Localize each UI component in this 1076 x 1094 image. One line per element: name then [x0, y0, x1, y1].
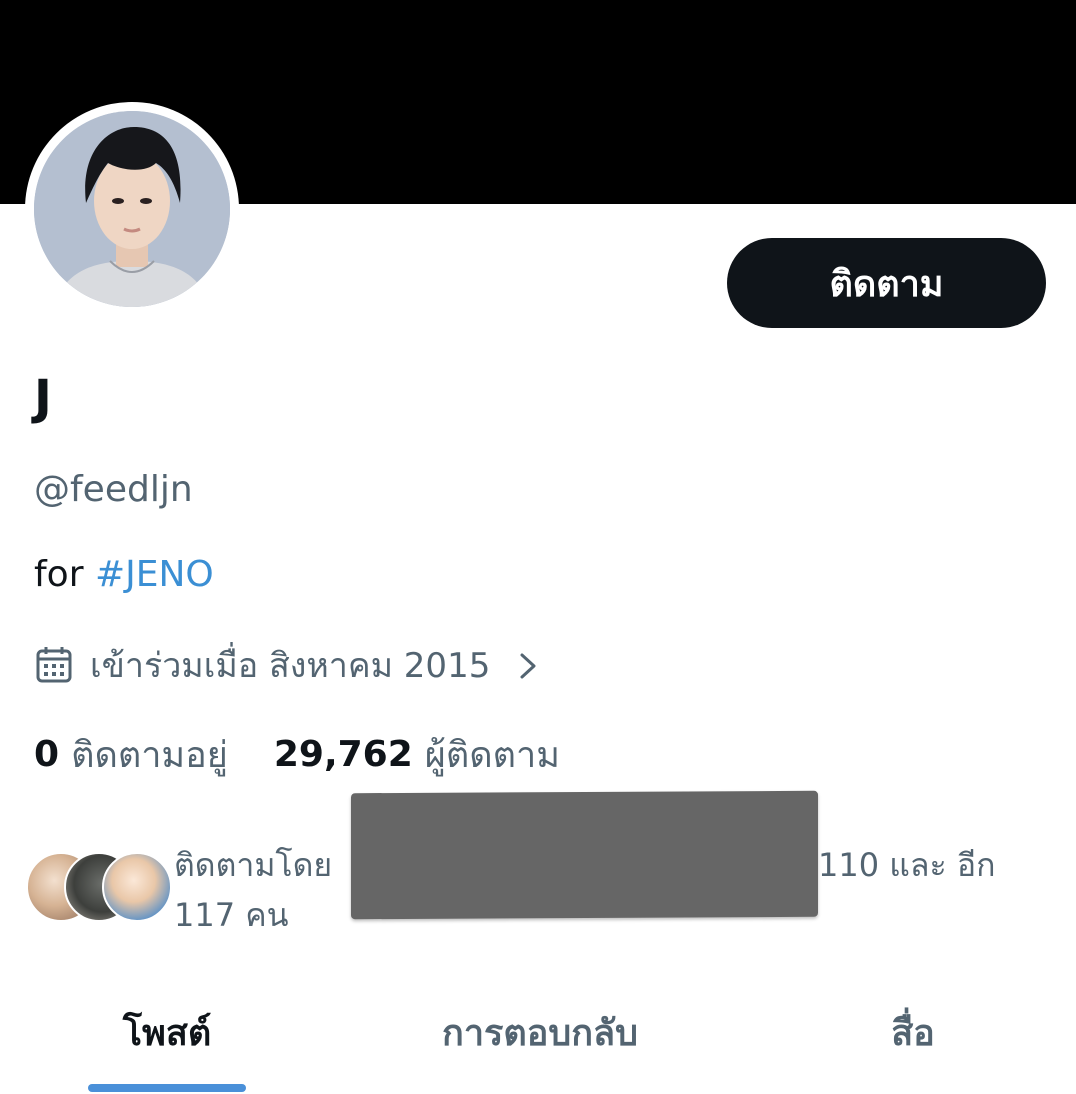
joined-date-text: เข้าร่วมเมื่อ สิงหาคม 2015	[90, 646, 491, 686]
tab-media[interactable]: สื่อ	[850, 990, 976, 1074]
followed-by-count: 117 คน	[174, 896, 289, 934]
joined-date-row[interactable]: เข้าร่วมเมื่อ สิงหาคม 2015	[34, 640, 542, 690]
following-label: ติดตามอยู่	[71, 734, 228, 776]
mutual-avatars	[26, 852, 172, 922]
profile-bio: for #JENO	[34, 551, 214, 599]
calendar-icon	[34, 645, 74, 685]
follow-button[interactable]: ติดตาม	[727, 238, 1046, 328]
display-name: J	[34, 370, 52, 426]
redaction-overlay	[351, 790, 818, 920]
followers-stat[interactable]: 29,762 ผู้ติดตาม	[274, 726, 560, 783]
profile-avatar[interactable]	[34, 111, 230, 307]
followed-by-suffix: 110 และ อีก	[818, 846, 996, 884]
following-count: 0	[34, 733, 60, 775]
followed-by-prefix: ติดตามโดย	[174, 846, 333, 884]
chevron-right-icon	[512, 650, 542, 680]
profile-page: ติดตาม J @feedljn for #JENO เข้าร่วมเมื่…	[0, 0, 1076, 1094]
followers-label: ผู้ติดตาม	[424, 734, 560, 776]
followers-count: 29,762	[273, 733, 413, 775]
follow-stats: 0 ติดตามอยู่ 29,762 ผู้ติดตาม	[34, 728, 560, 780]
following-stat[interactable]: 0 ติดตามอยู่	[34, 726, 228, 783]
avatar-ring	[25, 102, 239, 316]
profile-handle: @feedljn	[34, 469, 193, 510]
avatar-portrait	[34, 111, 230, 307]
bio-text: for	[34, 554, 95, 595]
bio-hashtag-link[interactable]: #JENO	[95, 554, 214, 595]
profile-tabs: โพสต์ การตอบกลับ สื่อ	[0, 990, 1076, 1094]
tab-posts[interactable]: โพสต์	[88, 990, 246, 1074]
active-tab-indicator	[88, 1084, 246, 1092]
tab-replies[interactable]: การตอบกลับ	[400, 990, 680, 1074]
mutual-avatar	[102, 852, 172, 922]
